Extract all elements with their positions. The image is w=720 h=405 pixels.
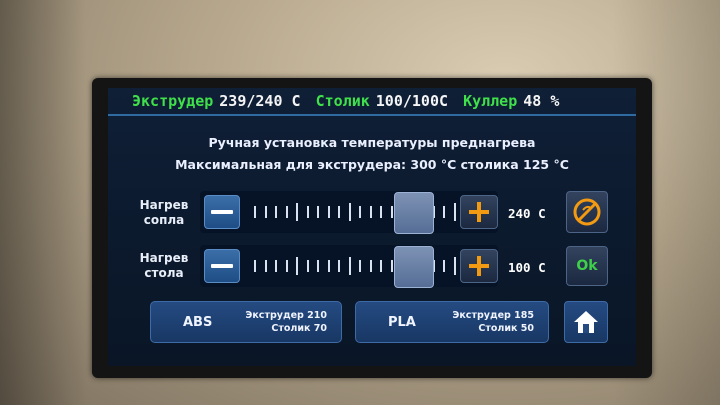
slider-tick <box>317 206 319 218</box>
slider-tick <box>338 260 340 272</box>
nozzle-increase-button[interactable] <box>460 195 498 229</box>
slider-tick <box>275 260 277 272</box>
slider-tick <box>296 203 298 221</box>
preset-abs-bed: Столик 70 <box>271 323 327 334</box>
slider-tick <box>317 260 319 272</box>
plus-icon <box>469 202 489 222</box>
cooler-label: Куллер <box>463 92 518 110</box>
slider-tick <box>380 260 382 272</box>
printer-screen: Экструдер 239/240 C Столик 100/100C Куллер… <box>108 88 636 366</box>
nozzle-temp-value: 240 C <box>508 206 546 221</box>
slider-tick <box>307 206 309 218</box>
bed-label-line1: Нагрев <box>139 251 189 265</box>
preset-pla-extruder: Экструдер 185 <box>452 310 534 321</box>
status-bar: Экструдер 239/240 C Столик 100/100C Куллер… <box>132 92 632 112</box>
bed-increase-button[interactable] <box>460 249 498 283</box>
slider-tick <box>443 206 445 218</box>
slider-tick <box>359 206 361 218</box>
nozzle-decrease-button[interactable] <box>204 195 240 229</box>
preset-pla-bed: Столик 50 <box>478 323 534 334</box>
slider-tick <box>454 203 456 221</box>
fan-off-icon <box>573 198 601 226</box>
slider-tick <box>370 260 372 272</box>
limits-text: Максимальная для экструдера: 300 °C стол… <box>175 157 569 172</box>
slider-tick <box>454 257 456 275</box>
slider-tick <box>265 206 267 218</box>
home-button[interactable] <box>564 301 608 343</box>
extruder-temp: 239/240 C <box>219 92 301 110</box>
slider-tick <box>338 206 340 218</box>
nozzle-slider[interactable] <box>200 191 498 234</box>
slider-tick <box>380 206 382 218</box>
slider-tick <box>328 206 330 218</box>
bed-temp-value: 100 C <box>508 260 546 275</box>
preset-abs-button[interactable]: ABS Экструдер 210 Столик 70 <box>150 301 342 343</box>
preset-abs-extruder: Экструдер 210 <box>245 310 327 321</box>
plus-icon <box>469 256 489 276</box>
slider-tick <box>254 260 256 272</box>
status-divider <box>108 114 636 116</box>
slider-tick <box>349 257 351 275</box>
slider-tick <box>349 203 351 221</box>
slider-tick <box>443 260 445 272</box>
slider-tick <box>275 206 277 218</box>
fan-off-button[interactable] <box>566 191 608 233</box>
home-icon <box>574 311 598 333</box>
bed-label: Столик <box>315 92 370 110</box>
nozzle-heat-label: Нагрев сопла <box>136 198 192 228</box>
ok-label: Ok <box>576 258 598 274</box>
slider-tick <box>359 260 361 272</box>
slider-tick <box>286 206 288 218</box>
slider-tick <box>328 260 330 272</box>
slider-tick <box>391 206 393 218</box>
nozzle-label-line2: сопла <box>143 213 185 227</box>
bed-temp: 100/100C <box>375 92 449 110</box>
preset-abs-name: ABS <box>183 315 213 330</box>
slider-tick <box>370 206 372 218</box>
extruder-label: Экструдер <box>132 92 214 110</box>
page-title: Ручная установка температуры преднагрева <box>208 135 536 150</box>
bed-label-line2: стола <box>144 266 184 280</box>
slider-tick <box>307 260 309 272</box>
preset-pla-name: PLA <box>388 315 416 330</box>
bed-decrease-button[interactable] <box>204 249 240 283</box>
preset-pla-button[interactable]: PLA Экструдер 185 Столик 50 <box>355 301 549 343</box>
bed-slider[interactable] <box>200 245 498 288</box>
slider-tick <box>391 260 393 272</box>
cooler-value: 48 % <box>523 92 560 110</box>
bed-slider-thumb[interactable] <box>394 246 434 288</box>
slider-tick <box>296 257 298 275</box>
nozzle-label-line1: Нагрев <box>139 198 189 212</box>
slider-tick <box>265 260 267 272</box>
bed-heat-label: Нагрев стола <box>136 251 192 281</box>
slider-tick <box>286 260 288 272</box>
nozzle-slider-thumb[interactable] <box>394 192 434 234</box>
slider-tick <box>254 206 256 218</box>
ok-button[interactable]: Ok <box>566 246 608 286</box>
